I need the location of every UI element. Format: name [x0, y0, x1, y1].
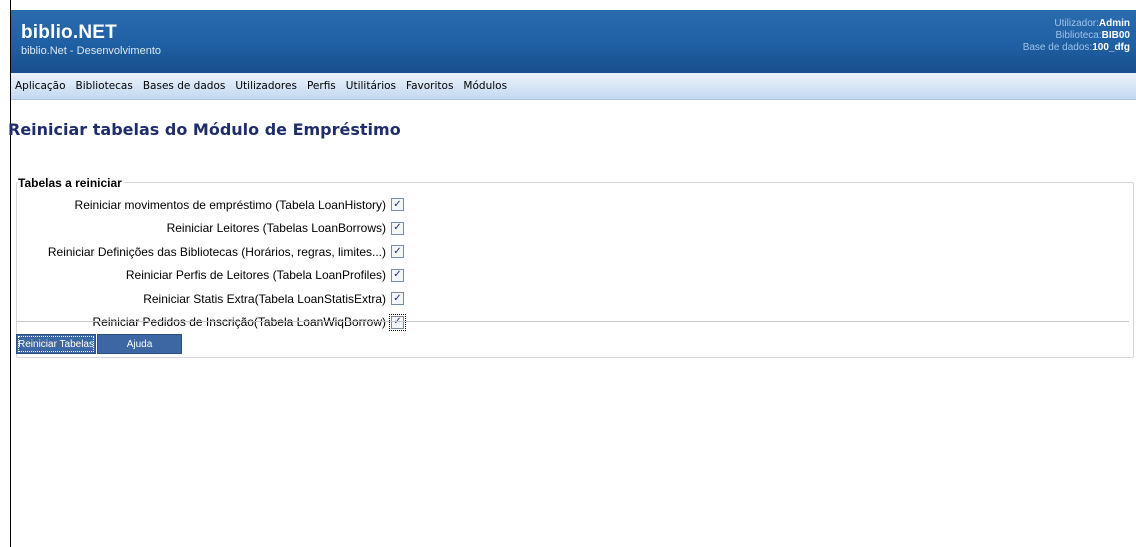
main-menu: Aplicação Bibliotecas Bases de dados Uti…: [11, 73, 1136, 99]
option-label: Reiniciar Leitores (Tabelas LoanBorrows): [166, 221, 386, 236]
library-label: Biblioteca:: [1055, 30, 1102, 41]
options-list: Reiniciar movimentos de empréstimo (Tabe…: [16, 193, 406, 335]
help-button[interactable]: Ajuda: [97, 334, 182, 354]
app-header: biblio.NET biblio.Net - Desenvolvimento …: [11, 10, 1136, 73]
checkbox-loan-statis-extra[interactable]: ✓: [391, 292, 404, 306]
menu-item-utilitarios[interactable]: Utilitários: [346, 80, 396, 92]
option-label: Reiniciar Statis Extra(Tabela LoanStatis…: [143, 291, 386, 306]
app-title: biblio.NET: [21, 22, 117, 43]
option-row-loan-profiles: Reiniciar Perfis de Leitores (Tabela Loa…: [16, 264, 404, 288]
option-row-loan-history: Reiniciar movimentos de empréstimo (Tabe…: [16, 193, 404, 217]
checkbox-loan-borrows[interactable]: ✓: [391, 221, 404, 235]
user-label: Utilizador:: [1054, 18, 1099, 29]
reset-tables-button[interactable]: Reiniciar Tabelas: [16, 334, 96, 354]
database-label: Base de dados:: [1022, 42, 1093, 53]
library-info-line: Biblioteca:BIB00: [1023, 30, 1131, 42]
user-info-line: Utilizador:Admin: [1023, 18, 1130, 30]
app-subtitle: biblio.Net - Desenvolvimento: [21, 45, 162, 57]
checkbox-loan-wiq-borrow[interactable]: ✓: [389, 313, 406, 331]
fieldset-divider: [16, 321, 1129, 322]
option-label: Reiniciar Perfis de Leitores (Tabela Loa…: [125, 268, 386, 283]
checkbox-loan-history[interactable]: ✓: [391, 198, 404, 212]
option-row-loan-borrows: Reiniciar Leitores (Tabelas LoanBorrows)…: [16, 217, 404, 241]
option-row-library-definitions: Reiniciar Definições das Bibliotecas (Ho…: [16, 240, 404, 264]
menu-item-utilizadores[interactable]: Utilizadores: [235, 80, 297, 92]
database-value: 100_dfg: [1092, 42, 1130, 53]
option-label: Reiniciar Pedidos de Inscrição(Tabela Lo…: [92, 315, 386, 330]
fieldset-legend: Tabelas a reiniciar: [18, 176, 125, 190]
checkbox-loan-profiles[interactable]: ✓: [391, 268, 404, 282]
session-info: Utilizador:Admin Biblioteca:BIB00 Base d…: [1023, 18, 1130, 54]
option-row-loan-wiq-borrow: Reiniciar Pedidos de Inscrição(Tabela Lo…: [16, 311, 406, 335]
option-label: Reiniciar movimentos de empréstimo (Tabe…: [74, 197, 386, 212]
window-top-frame: [0, 0, 1136, 10]
menu-item-aplicacao[interactable]: Aplicação: [15, 80, 66, 92]
option-label: Reiniciar Definições das Bibliotecas (Ho…: [47, 244, 386, 259]
library-value: BIB00: [1101, 30, 1130, 41]
main-menu-bar: Aplicação Bibliotecas Bases de dados Uti…: [11, 73, 1136, 100]
user-value: Admin: [1098, 18, 1130, 29]
checkbox-library-definitions[interactable]: ✓: [391, 245, 404, 259]
menu-item-perfis[interactable]: Perfis: [307, 80, 336, 92]
menu-item-bibliotecas[interactable]: Bibliotecas: [76, 80, 133, 92]
option-row-loan-statis-extra: Reiniciar Statis Extra(Tabela LoanStatis…: [16, 287, 404, 311]
menu-item-bases-de-dados[interactable]: Bases de dados: [143, 80, 226, 92]
database-info-line: Base de dados:100_dfg: [1023, 42, 1130, 54]
menu-item-favoritos[interactable]: Favoritos: [406, 80, 453, 92]
menu-item-modulos[interactable]: Módulos: [463, 80, 507, 92]
page-title: Reiniciar tabelas do Módulo de Empréstim…: [8, 120, 401, 139]
